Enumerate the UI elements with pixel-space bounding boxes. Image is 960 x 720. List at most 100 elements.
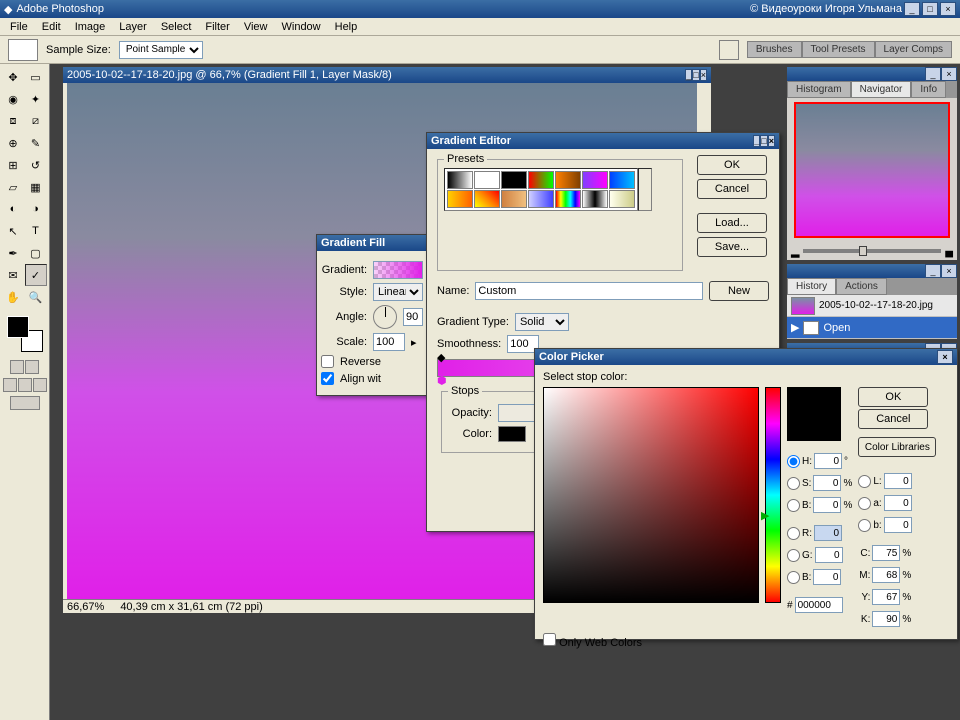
scale-input[interactable]: [373, 333, 405, 351]
lasso-tool[interactable]: ◉: [2, 88, 24, 110]
bb-radio[interactable]: [787, 571, 800, 584]
path-tool[interactable]: ↖: [2, 220, 24, 242]
fg-bg-swatch[interactable]: [5, 314, 45, 354]
lab-b-input[interactable]: [884, 517, 912, 533]
b-radio[interactable]: [787, 499, 800, 512]
preset-13[interactable]: [609, 190, 635, 208]
l-radio[interactable]: [858, 475, 871, 488]
b-input[interactable]: [813, 497, 841, 513]
preset-8[interactable]: [474, 190, 500, 208]
history-item-open[interactable]: ▶ Open: [787, 317, 957, 339]
menu-layer[interactable]: Layer: [113, 20, 153, 34]
screen-full[interactable]: [33, 378, 47, 392]
marquee-tool[interactable]: ▭: [25, 66, 47, 88]
preset-4[interactable]: [555, 171, 581, 189]
old-color-swatch[interactable]: [787, 414, 841, 441]
m-input[interactable]: [872, 567, 900, 583]
shape-tool[interactable]: ▢: [25, 242, 47, 264]
hue-strip[interactable]: [765, 387, 781, 603]
ge-cancel-button[interactable]: Cancel: [697, 179, 767, 199]
name-input[interactable]: [475, 282, 703, 300]
close-button[interactable]: ×: [940, 2, 956, 16]
screen-full-menu[interactable]: [18, 378, 32, 392]
stamp-tool[interactable]: ⊞: [2, 154, 24, 176]
menu-file[interactable]: File: [4, 20, 34, 34]
tab-actions[interactable]: Actions: [836, 278, 887, 295]
align-checkbox[interactable]: [321, 372, 334, 385]
gradtype-select[interactable]: Solid: [515, 313, 569, 331]
type-tool[interactable]: T: [25, 220, 47, 242]
doc-maximize[interactable]: □: [692, 69, 699, 81]
g-radio[interactable]: [787, 549, 800, 562]
sample-size-select[interactable]: Point Sample: [119, 41, 203, 59]
r-input[interactable]: [814, 525, 842, 541]
preset-9[interactable]: [501, 190, 527, 208]
hue-cursor-icon[interactable]: ▶: [761, 509, 769, 522]
angle-input[interactable]: [403, 308, 423, 326]
color-stop-icon[interactable]: ⬢: [437, 374, 447, 387]
h-radio[interactable]: [787, 455, 800, 468]
s-radio[interactable]: [787, 477, 800, 490]
slice-tool[interactable]: ⧄: [25, 110, 47, 132]
preset-11[interactable]: [555, 190, 581, 208]
nav-zoom-out-icon[interactable]: ▂: [791, 245, 799, 258]
tab-layer-comps[interactable]: Layer Comps: [875, 41, 952, 58]
pen-tool[interactable]: ✒: [2, 242, 24, 264]
zoom-readout[interactable]: 66,67%: [67, 601, 104, 613]
cp-libraries-button[interactable]: Color Libraries: [858, 437, 936, 457]
cp-cancel-button[interactable]: Cancel: [858, 409, 928, 429]
lab-b-radio[interactable]: [858, 519, 871, 532]
tab-navigator[interactable]: Navigator: [851, 81, 912, 98]
a-radio[interactable]: [858, 497, 871, 510]
brush-tool[interactable]: ✎: [25, 132, 47, 154]
c-input[interactable]: [872, 545, 900, 561]
preset-12[interactable]: [582, 190, 608, 208]
opacity-stop-icon[interactable]: ◆: [437, 351, 445, 364]
minimize-button[interactable]: _: [904, 2, 920, 16]
hex-input[interactable]: [795, 597, 843, 613]
heal-tool[interactable]: ⊕: [2, 132, 24, 154]
menu-filter[interactable]: Filter: [199, 20, 235, 34]
ge-new-button[interactable]: New: [709, 281, 769, 301]
preset-2[interactable]: [501, 171, 527, 189]
zoom-tool[interactable]: 🔍: [25, 286, 47, 308]
tab-tool-presets[interactable]: Tool Presets: [802, 41, 875, 58]
ge-load-button[interactable]: Load...: [697, 213, 767, 233]
eyedropper-tool[interactable]: ✓: [25, 264, 47, 286]
menu-help[interactable]: Help: [329, 20, 364, 34]
ge-max[interactable]: □: [760, 135, 767, 147]
webonly-checkbox[interactable]: [543, 633, 556, 646]
preset-7[interactable]: [447, 190, 473, 208]
nav-zoom-in-icon[interactable]: ▄: [945, 245, 953, 257]
dodge-tool[interactable]: ◑: [25, 198, 47, 220]
nav-zoom-slider[interactable]: [859, 246, 867, 256]
move-tool[interactable]: ✥: [2, 66, 24, 88]
navigator-thumbnail[interactable]: [794, 102, 950, 238]
r-radio[interactable]: [787, 527, 800, 540]
color-swatch[interactable]: [498, 426, 526, 442]
gradient-tool[interactable]: ▦: [25, 176, 47, 198]
y-input[interactable]: [872, 589, 900, 605]
g-input[interactable]: [815, 547, 843, 563]
preset-0[interactable]: [447, 171, 473, 189]
style-select[interactable]: Linear: [373, 283, 423, 301]
k-input[interactable]: [872, 611, 900, 627]
notes-tool[interactable]: ✉: [2, 264, 24, 286]
imageready-icon[interactable]: [10, 396, 40, 410]
tab-histogram[interactable]: Histogram: [787, 81, 851, 98]
menu-select[interactable]: Select: [155, 20, 198, 34]
eraser-tool[interactable]: ▱: [2, 176, 24, 198]
wand-tool[interactable]: ✦: [25, 88, 47, 110]
menu-image[interactable]: Image: [69, 20, 112, 34]
panel-close-icon[interactable]: ×: [941, 67, 957, 81]
preset-10[interactable]: [528, 190, 554, 208]
screen-standard[interactable]: [3, 378, 17, 392]
preset-5[interactable]: [582, 171, 608, 189]
preset-1[interactable]: [474, 171, 500, 189]
quickmask-off[interactable]: [10, 360, 24, 374]
maximize-button[interactable]: □: [922, 2, 938, 16]
menu-window[interactable]: Window: [276, 20, 327, 34]
bb-input[interactable]: [813, 569, 841, 585]
color-field[interactable]: [543, 387, 759, 603]
ge-ok-button[interactable]: OK: [697, 155, 767, 175]
